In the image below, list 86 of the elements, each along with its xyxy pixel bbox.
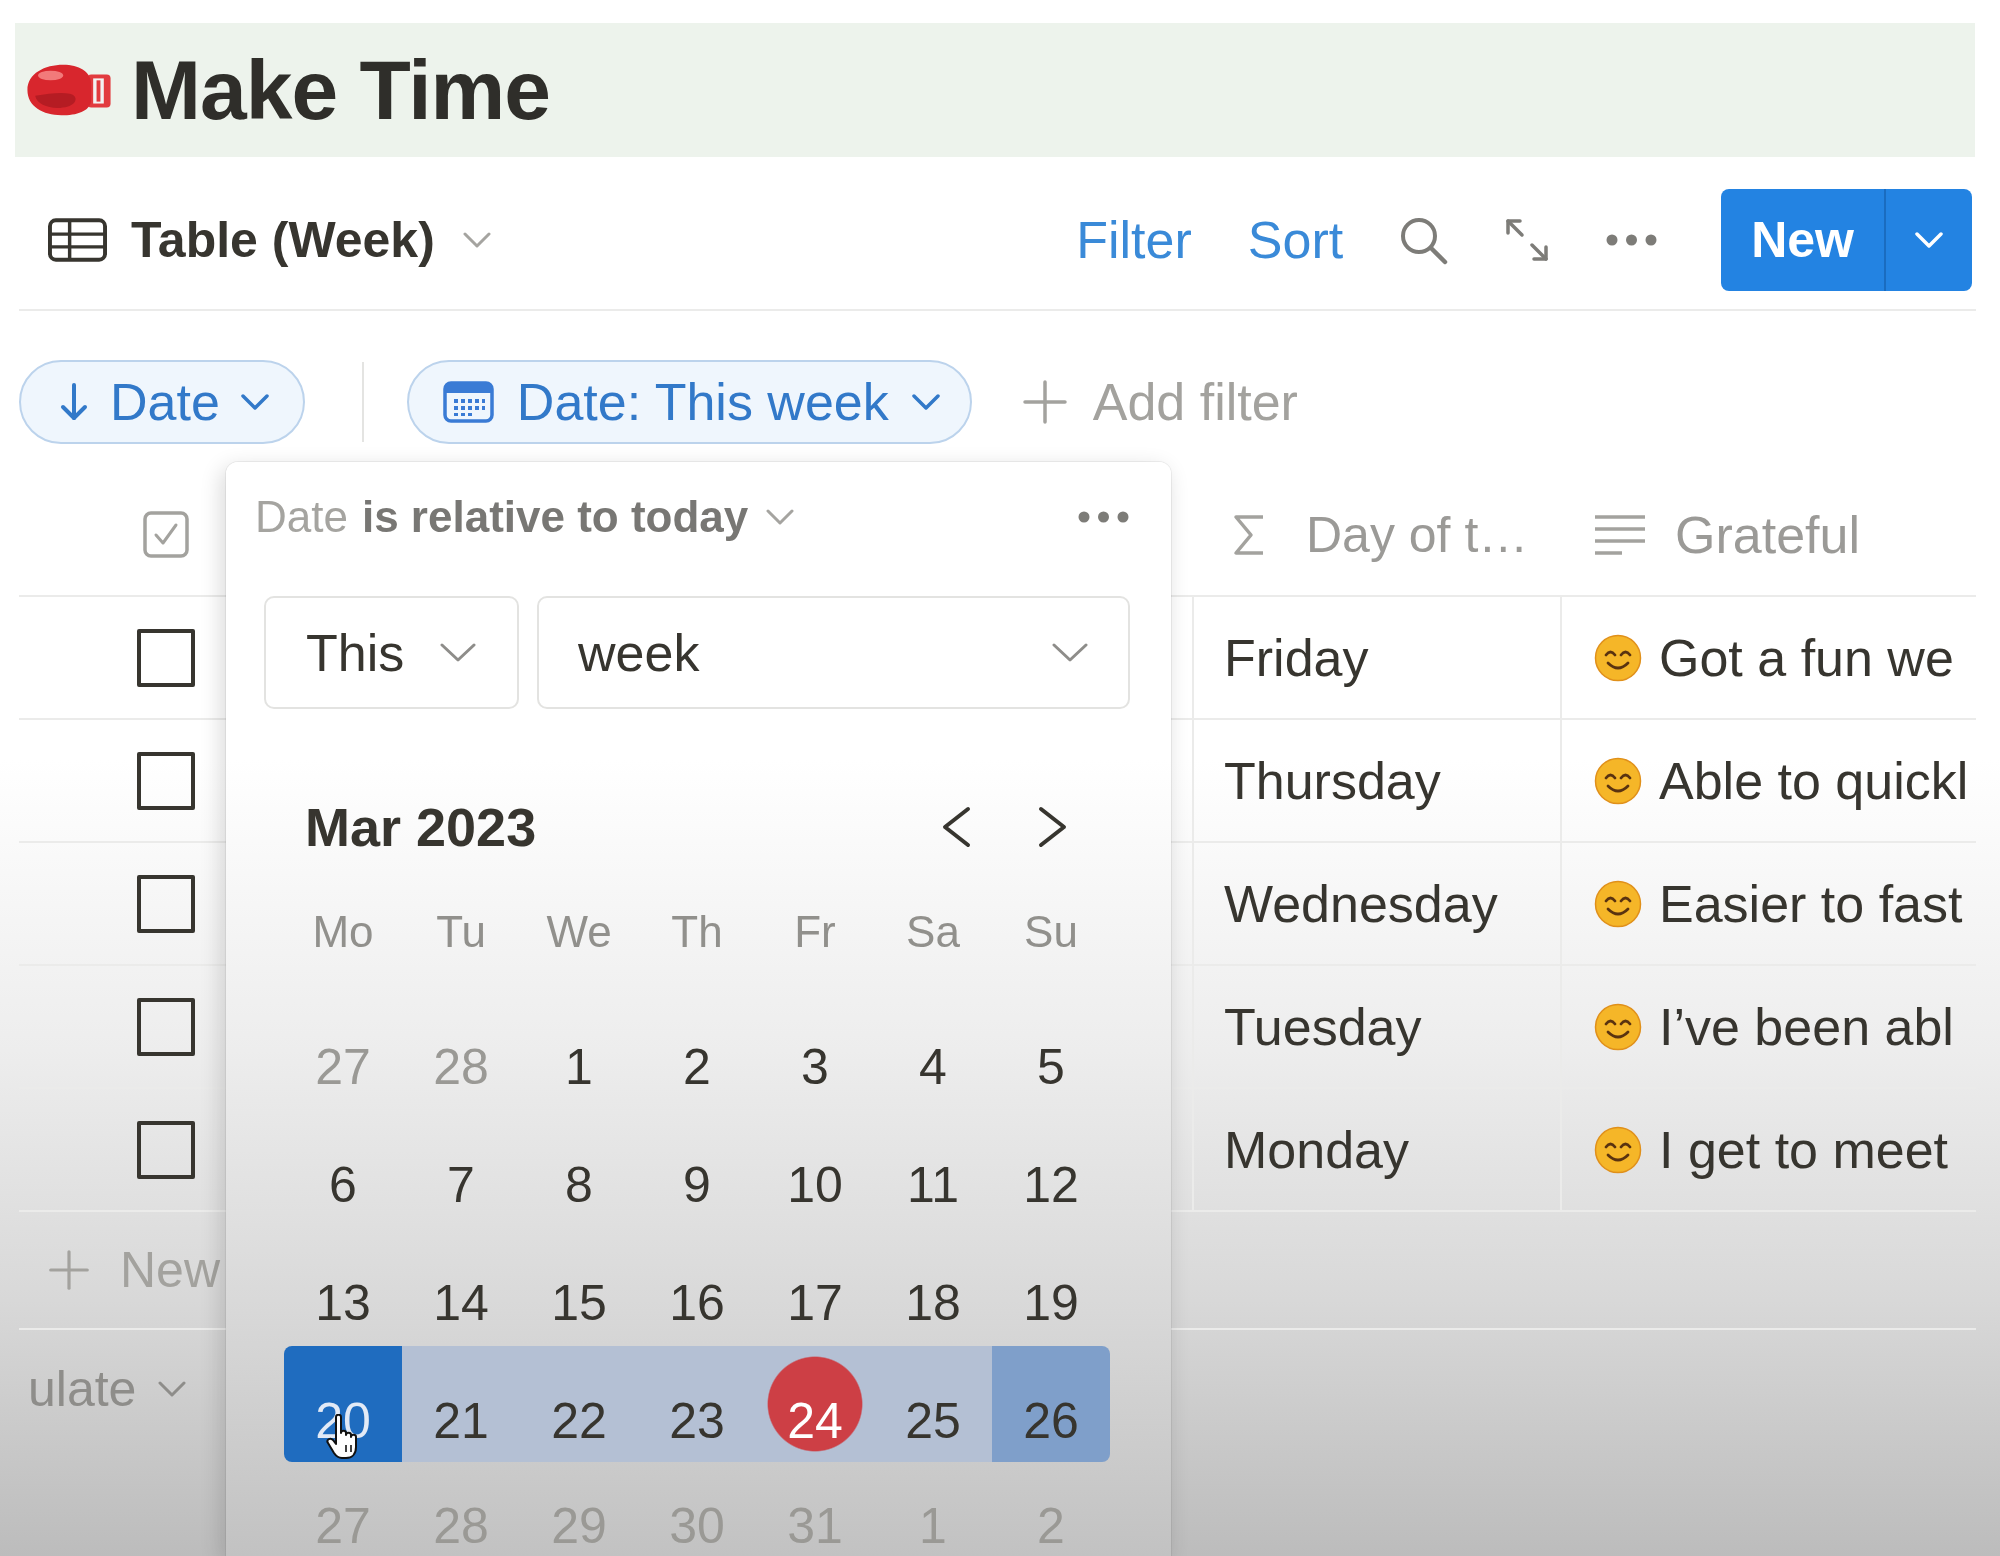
table-cell: Friday: [1192, 597, 1560, 718]
filter-pill[interactable]: Date: This week: [406, 360, 972, 444]
checkbox[interactable]: [137, 874, 195, 933]
calendar-day[interactable]: 15: [520, 1228, 638, 1344]
month-label: Mar 2023: [305, 796, 537, 858]
condition-dropdown[interactable]: is relative to today: [361, 492, 795, 542]
calendar-day[interactable]: 8: [520, 1110, 638, 1226]
chevron-down-icon: [1052, 642, 1088, 663]
chevron-down-icon: [240, 394, 269, 410]
page-title: Make Time: [131, 48, 550, 132]
calendar-day[interactable]: 21: [402, 1346, 520, 1462]
property-label: Date: [255, 492, 348, 542]
table-cell: Tuesday: [1192, 966, 1560, 1087]
calendar-day[interactable]: 2: [638, 992, 756, 1108]
chevron-right-icon[interactable]: [1037, 806, 1069, 848]
sort-pill[interactable]: Date: [19, 360, 305, 444]
calendar-day[interactable]: 26: [992, 1346, 1110, 1462]
weekday-label: Fr: [793, 905, 837, 958]
more-icon[interactable]: [1078, 511, 1129, 523]
checkbox[interactable]: [137, 1120, 195, 1179]
weekday-label: Tu: [435, 905, 487, 958]
checked-box-icon: [143, 511, 189, 558]
checkbox[interactable]: [137, 628, 195, 687]
plus-icon: [48, 1249, 90, 1291]
text-lines-icon: [1594, 512, 1646, 557]
table-cell-text: Able to quickl: [1659, 750, 1969, 811]
weekday-label: We: [545, 905, 613, 958]
view-selector[interactable]: Table (Week): [48, 211, 491, 269]
diagonal-arrows-icon[interactable]: [1504, 217, 1551, 263]
toolbar-text-button[interactable]: Filter: [1076, 210, 1192, 270]
search-icon[interactable]: [1399, 215, 1449, 265]
calendar-day[interactable]: 5: [992, 992, 1110, 1108]
calendar-day[interactable]: 9: [638, 1110, 756, 1226]
checkbox[interactable]: [137, 751, 195, 810]
table-cell-text: I get to meet: [1659, 1119, 1949, 1180]
chevron-down-icon: [462, 232, 491, 248]
more-icon[interactable]: [1606, 234, 1658, 246]
calendar-day[interactable]: 10: [756, 1110, 874, 1226]
weekday-label: Sa: [905, 905, 961, 958]
new-button[interactable]: New: [1721, 189, 1884, 291]
weekday-label: Th: [670, 905, 724, 958]
plus-icon: [1021, 379, 1068, 425]
smiling-face-icon: [1594, 1002, 1642, 1051]
chevron-down-icon: [1915, 232, 1943, 248]
smiling-face-icon: [1594, 1125, 1642, 1174]
relation-select[interactable]: This: [264, 596, 519, 709]
chevron-left-icon[interactable]: [940, 806, 972, 848]
smiling-face-icon: [1594, 633, 1642, 682]
chevron-down-icon: [440, 642, 476, 663]
smiling-face-icon: [1594, 879, 1642, 928]
calendar-day[interactable]: 3: [756, 992, 874, 1108]
unit-select[interactable]: week: [537, 596, 1130, 709]
calendar-day[interactable]: 17: [756, 1228, 874, 1344]
table-cell: Wednesday: [1192, 843, 1560, 964]
calendar-day[interactable]: 18: [874, 1228, 992, 1344]
sigma-icon: [1233, 512, 1265, 557]
calendar-day[interactable]: 12: [992, 1110, 1110, 1226]
calendar-day[interactable]: 16: [638, 1228, 756, 1344]
calendar-day[interactable]: 22: [520, 1346, 638, 1462]
calendar-day[interactable]: 13: [284, 1228, 402, 1344]
smiling-face-icon: [1594, 756, 1642, 805]
chevron-down-icon: [911, 394, 940, 410]
weekday-label: Mo: [311, 905, 375, 958]
calendar-day[interactable]: 1: [520, 992, 638, 1108]
calendar-day[interactable]: 11: [874, 1110, 992, 1226]
calendar-day[interactable]: 6: [284, 1110, 402, 1226]
calendar-day[interactable]: 14: [402, 1228, 520, 1344]
toolbar-text-button[interactable]: Sort: [1247, 210, 1344, 270]
table-cell-text: Easier to fast: [1659, 873, 1963, 934]
calendar-day[interactable]: 4: [874, 992, 992, 1108]
calendar-day[interactable]: 23: [638, 1346, 756, 1462]
arrow-down-icon: [59, 382, 89, 422]
calendar-day[interactable]: 24: [756, 1346, 874, 1462]
calendar-icon: [442, 381, 494, 423]
chevron-down-icon: [158, 1381, 187, 1397]
checkbox[interactable]: [137, 997, 195, 1056]
calendar-day[interactable]: 19: [992, 1228, 1110, 1344]
table-icon: [48, 218, 107, 262]
table-cell-text: I’ve been abl: [1659, 996, 1954, 1057]
weekday-label: Su: [1023, 905, 1079, 958]
table-cell-text: Got a fun we: [1659, 627, 1954, 688]
table-cell: Monday: [1192, 1089, 1560, 1210]
table-cell: Thursday: [1192, 720, 1560, 841]
chevron-down-icon: [766, 509, 795, 525]
calendar-day[interactable]: 25: [874, 1346, 992, 1462]
calendar-day[interactable]: 7: [402, 1110, 520, 1226]
